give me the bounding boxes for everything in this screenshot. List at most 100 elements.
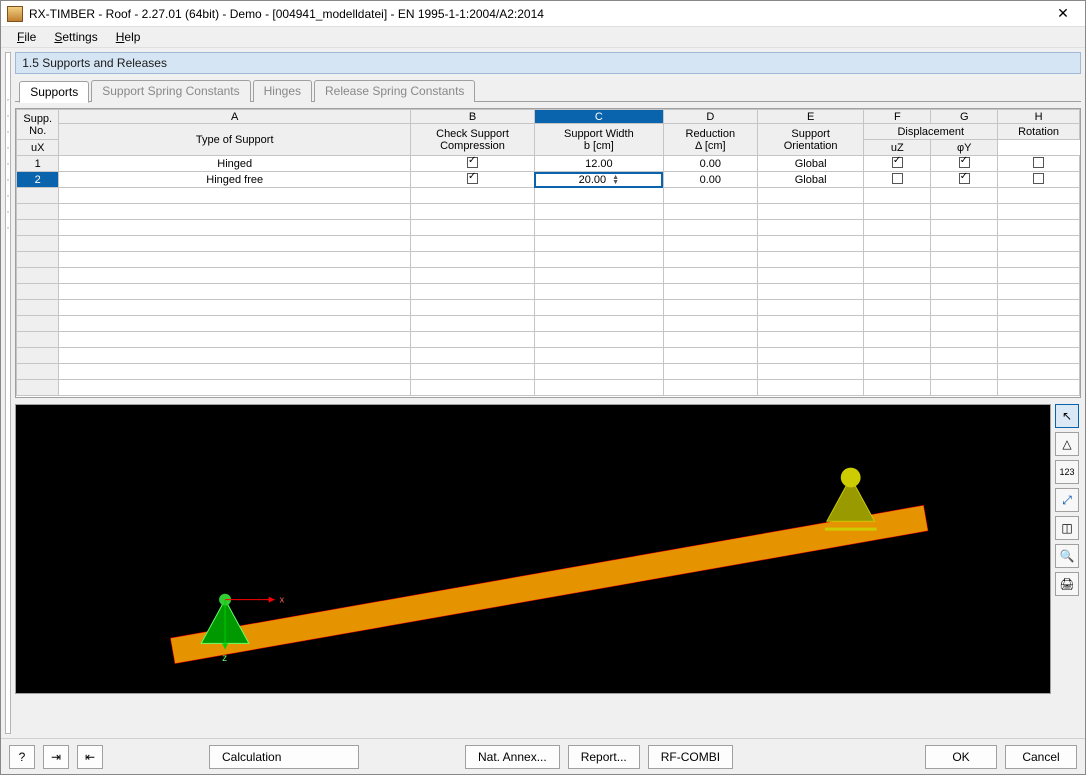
tab-hinges[interactable]: Hinges — [253, 80, 312, 102]
menu-settings[interactable]: Settings — [46, 28, 105, 46]
cell-empty[interactable] — [411, 364, 535, 380]
row-header[interactable] — [17, 364, 59, 380]
cell-check-compression[interactable] — [411, 156, 535, 172]
cell-empty[interactable] — [931, 220, 998, 236]
cell-empty[interactable] — [534, 220, 663, 236]
cell-empty[interactable] — [411, 332, 535, 348]
report-button[interactable]: Report... — [568, 745, 640, 769]
cell-empty[interactable] — [534, 204, 663, 220]
cell-empty[interactable] — [663, 332, 757, 348]
cell-empty[interactable] — [757, 252, 864, 268]
cell-empty[interactable] — [757, 348, 864, 364]
col-displacement-group[interactable]: Displacement — [864, 124, 998, 140]
cell-empty[interactable] — [59, 332, 411, 348]
cell-empty[interactable] — [59, 316, 411, 332]
cell-empty[interactable] — [998, 332, 1080, 348]
cell-empty[interactable] — [998, 348, 1080, 364]
cell-empty[interactable] — [663, 268, 757, 284]
tree-root[interactable]: Input Data — [8, 57, 11, 89]
menu-help[interactable]: Help — [108, 28, 149, 46]
help-button[interactable]: ? — [9, 745, 35, 769]
checkbox-icon[interactable] — [1033, 173, 1044, 184]
row-header[interactable] — [17, 284, 59, 300]
table-row[interactable] — [17, 188, 1080, 204]
cell-reduction[interactable]: 0.00 — [663, 172, 757, 188]
checkbox-icon[interactable] — [892, 173, 903, 184]
table-row[interactable] — [17, 300, 1080, 316]
cell-empty[interactable] — [534, 364, 663, 380]
col-h[interactable]: H — [998, 110, 1080, 124]
checkbox-icon[interactable] — [1033, 157, 1044, 168]
col-ux[interactable]: uX — [17, 140, 59, 156]
row-header[interactable] — [17, 204, 59, 220]
export-button[interactable]: ⇤ — [77, 745, 103, 769]
table-row[interactable] — [17, 332, 1080, 348]
cell-empty[interactable] — [663, 348, 757, 364]
row-header[interactable] — [17, 300, 59, 316]
row-header[interactable] — [17, 380, 59, 396]
cell-empty[interactable] — [998, 236, 1080, 252]
col-rotation-group[interactable]: Rotation — [998, 124, 1080, 140]
cell-empty[interactable] — [59, 300, 411, 316]
cell-width[interactable]: 12.00 — [534, 156, 663, 172]
tree-item-cross-sections[interactable]: Cross-sections — [8, 123, 11, 139]
cell-empty[interactable] — [757, 364, 864, 380]
navigator-tree[interactable]: Input Data General Data Geometry Cross-s… — [5, 52, 11, 734]
table-row[interactable] — [17, 380, 1080, 396]
tree-item-serviceability-data[interactable]: Serviceability Data — [8, 219, 11, 235]
cell-empty[interactable] — [931, 252, 998, 268]
cell-empty[interactable] — [411, 252, 535, 268]
col-g[interactable]: G — [931, 110, 998, 124]
tree-item-effective-lengths[interactable]: Effective Lengths — [8, 187, 11, 203]
cell-uz[interactable] — [931, 156, 998, 172]
cell-empty[interactable] — [931, 316, 998, 332]
col-reduction[interactable]: Reduction Δ [cm] — [663, 124, 757, 156]
cell-empty[interactable] — [864, 332, 931, 348]
cell-check-compression[interactable] — [411, 172, 535, 188]
supports-grid[interactable]: Supp. No. A B C D E F G H Type of Suppor… — [15, 108, 1081, 398]
cell-empty[interactable] — [931, 284, 998, 300]
cell-empty[interactable] — [998, 188, 1080, 204]
table-row[interactable] — [17, 220, 1080, 236]
table-row[interactable]: 1Hinged12.000.00Global — [17, 156, 1080, 172]
table-row[interactable] — [17, 268, 1080, 284]
cell-ux[interactable] — [864, 156, 931, 172]
cell-empty[interactable] — [864, 300, 931, 316]
cell-empty[interactable] — [663, 188, 757, 204]
row-header[interactable] — [17, 252, 59, 268]
col-type[interactable]: Type of Support — [59, 124, 411, 156]
cell-empty[interactable] — [411, 300, 535, 316]
cell-empty[interactable] — [931, 364, 998, 380]
cell-empty[interactable] — [59, 220, 411, 236]
window-close-button[interactable]: ✕ — [1043, 2, 1083, 26]
tree-item-general-data[interactable]: General Data — [8, 91, 11, 107]
checkbox-icon[interactable] — [959, 157, 970, 168]
table-row[interactable] — [17, 252, 1080, 268]
cell-orientation[interactable]: Global — [757, 156, 864, 172]
cell-empty[interactable] — [411, 204, 535, 220]
row-header[interactable] — [17, 348, 59, 364]
cell-empty[interactable] — [757, 268, 864, 284]
row-header[interactable]: 1 — [17, 156, 59, 172]
cell-empty[interactable] — [534, 380, 663, 396]
cell-empty[interactable] — [59, 204, 411, 220]
cell-empty[interactable] — [663, 236, 757, 252]
cell-empty[interactable] — [411, 268, 535, 284]
cell-orientation[interactable]: Global — [757, 172, 864, 188]
cell-empty[interactable] — [998, 220, 1080, 236]
cell-empty[interactable] — [663, 284, 757, 300]
cell-empty[interactable] — [864, 284, 931, 300]
cell-empty[interactable] — [411, 380, 535, 396]
spinner-icon[interactable]: ▲▼ — [612, 175, 619, 185]
cell-empty[interactable] — [998, 204, 1080, 220]
tool-cursor-button[interactable]: ↖ — [1055, 404, 1079, 428]
cell-empty[interactable] — [931, 204, 998, 220]
cell-empty[interactable] — [998, 380, 1080, 396]
tab-supports[interactable]: Supports — [19, 81, 89, 103]
cell-empty[interactable] — [931, 332, 998, 348]
table-row[interactable] — [17, 348, 1080, 364]
cell-empty[interactable] — [757, 332, 864, 348]
cell-empty[interactable] — [757, 316, 864, 332]
cell-empty[interactable] — [864, 204, 931, 220]
cell-empty[interactable] — [931, 268, 998, 284]
